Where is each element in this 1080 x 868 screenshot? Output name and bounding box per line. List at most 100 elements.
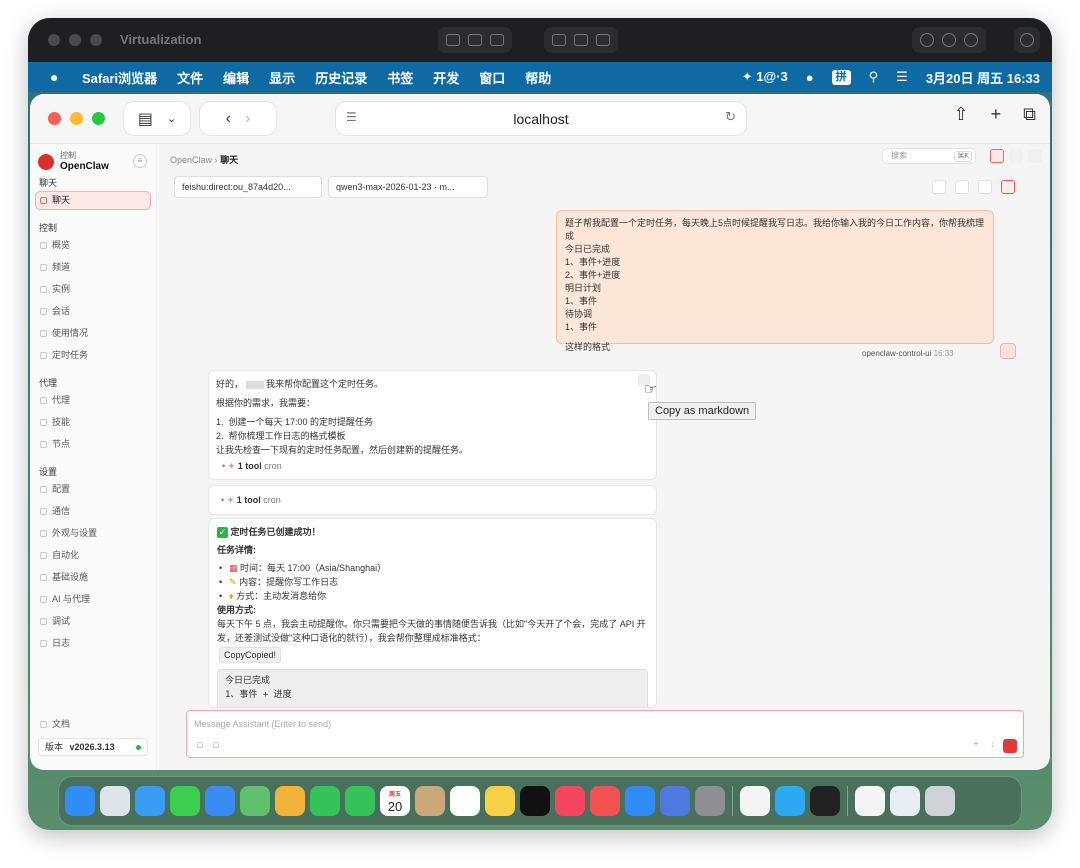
close-window-button[interactable] — [48, 112, 61, 125]
sidebar-item-communication[interactable]: 通信 — [36, 503, 150, 520]
dock-app-store-icon[interactable] — [625, 786, 655, 816]
sidebar-item-docs[interactable]: 文档 — [36, 716, 150, 733]
menu-edit[interactable]: 编辑 — [223, 68, 249, 87]
vm-layers-icon[interactable] — [490, 34, 504, 46]
vm-window-controls[interactable] — [48, 34, 102, 46]
model-select[interactable]: qwen3-max-2026-01-23 · m... — [328, 176, 488, 198]
back-button[interactable]: ‹ — [226, 110, 231, 128]
add-icon[interactable]: + — [973, 739, 979, 750]
user-icon[interactable]: ● — [806, 70, 814, 85]
dock-finder-icon[interactable] — [65, 786, 95, 816]
dock-feishu-icon[interactable] — [775, 786, 805, 816]
sidebar-item-skills[interactable]: 技能 — [36, 414, 150, 431]
sidebar-toggle-button[interactable]: ▤ ⌄ — [124, 102, 190, 135]
dock-calendar-icon[interactable]: 周五 20 — [380, 786, 410, 816]
brand[interactable]: 控制 OpenClaw — [38, 151, 109, 172]
focus-mode-icon[interactable] — [1001, 180, 1015, 194]
session-select[interactable]: feishu:direct:ou_87a4d20... — [174, 176, 322, 198]
dock-terminal-icon[interactable] — [810, 786, 840, 816]
menu-window[interactable]: 窗口 — [479, 68, 505, 87]
new-tab-icon[interactable]: + — [991, 104, 1002, 125]
vm-layout-icon[interactable] — [574, 34, 588, 46]
sidebar-item-infrastructure[interactable]: 基础设施 — [36, 569, 150, 586]
dock-notes-icon[interactable] — [485, 786, 515, 816]
collapse-sidebar-button[interactable]: ≡ — [133, 154, 147, 168]
dock-facetime-icon[interactable] — [310, 786, 340, 816]
dock-launchpad-icon[interactable] — [100, 786, 130, 816]
theme-sun-icon[interactable] — [1009, 149, 1023, 163]
address-bar[interactable]: ☰ localhost ↻ — [336, 102, 746, 135]
theme-moon-icon[interactable] — [1028, 149, 1042, 163]
vm-search-button[interactable] — [1014, 27, 1040, 53]
share-icon[interactable]: ⇧ — [954, 104, 969, 125]
sidebar-item-appearance[interactable]: 外观与设置 — [36, 525, 150, 542]
sidebar-item-instances[interactable]: 实例 — [36, 281, 150, 298]
dock-photos-icon[interactable] — [275, 786, 305, 816]
control-center-icon[interactable]: ☰ — [896, 69, 908, 85]
sidebar-item-nodes[interactable]: 节点 — [36, 436, 150, 453]
url-text[interactable]: localhost — [336, 111, 746, 127]
sidebar-item-overview[interactable]: 概览 — [36, 237, 150, 254]
dock-trash-icon[interactable] — [925, 786, 955, 816]
dock-textedit-icon[interactable] — [740, 786, 770, 816]
sidebar-item-config[interactable]: 配置 — [36, 481, 150, 498]
menu-help[interactable]: 帮助 — [525, 68, 551, 87]
menu-view[interactable]: 显示 — [269, 68, 295, 87]
stop-icon[interactable] — [978, 180, 992, 194]
search-input[interactable]: 搜索 ⌘K — [882, 148, 976, 164]
spotlight-icon[interactable]: ⚲ — [869, 69, 879, 85]
dock-document-icon[interactable] — [855, 786, 885, 816]
attach-icon[interactable] — [197, 742, 203, 748]
vm-zoom-out-icon[interactable] — [920, 33, 934, 47]
message-composer[interactable]: Message Assistant (Enter to send) + ↓ — [186, 710, 1024, 758]
sidebar-item-debug[interactable]: 调试 — [36, 613, 150, 630]
minimize-window-button[interactable] — [70, 112, 83, 125]
tool-call-summary[interactable]: • ✦ 1 tool cron — [216, 459, 649, 473]
dock-messages-icon[interactable] — [170, 786, 200, 816]
menu-app-name[interactable]: Safari浏览器 — [82, 68, 157, 87]
apple-icon[interactable]: ● — [50, 69, 64, 85]
dock-simulator-icon[interactable] — [660, 786, 690, 816]
vm-zoom-fit-icon[interactable] — [942, 33, 956, 47]
vm-toolbar-group-1[interactable] — [438, 27, 512, 53]
vm-picture-icon[interactable] — [468, 34, 482, 46]
reload-icon[interactable]: ↻ — [725, 109, 736, 125]
dock-maps-icon[interactable] — [240, 786, 270, 816]
menu-history[interactable]: 历史记录 — [315, 68, 367, 87]
vm-keyboard-icon[interactable] — [446, 34, 460, 46]
sidebar-item-logs[interactable]: 日志 — [36, 635, 150, 652]
download-icon[interactable]: ↓ — [990, 739, 995, 750]
send-button[interactable] — [1003, 739, 1017, 753]
tab-overview-icon[interactable]: ⧉ — [1023, 104, 1036, 125]
dock-rocket-icon[interactable] — [590, 786, 620, 816]
vm-grid-icon[interactable] — [552, 34, 566, 46]
dock-preview-icon[interactable] — [890, 786, 920, 816]
refresh-icon[interactable] — [932, 180, 946, 194]
tool-call-summary[interactable]: • ✦ 1 tool cron — [221, 495, 644, 506]
dock-phone-icon[interactable] — [345, 786, 375, 816]
vm-zoom-group[interactable] — [912, 27, 986, 53]
thinking-toggle-icon[interactable] — [955, 180, 969, 194]
copy-code-button[interactable]: CopyCopied! — [219, 647, 282, 663]
sidebar-item-chat[interactable]: 聊天 — [36, 192, 150, 209]
dock-mail-icon[interactable] — [205, 786, 235, 816]
dock-safari-icon[interactable] — [135, 786, 165, 816]
breadcrumb-root[interactable]: OpenClaw — [170, 155, 212, 165]
theme-heart-icon[interactable] — [990, 149, 1004, 163]
menu-bookmarks[interactable]: 书签 — [387, 68, 413, 87]
dock-settings-icon[interactable] — [695, 786, 725, 816]
sidebar-item-usage[interactable]: 使用情况 — [36, 325, 150, 342]
dock-music-icon[interactable] — [555, 786, 585, 816]
sidebar-item-agents[interactable]: 代理 — [36, 392, 150, 409]
sidebar-item-automation[interactable]: 自动化 — [36, 547, 150, 564]
vm-display-icon[interactable] — [596, 34, 610, 46]
sidebar-item-cron[interactable]: 定时任务 — [36, 347, 150, 364]
forward-button[interactable]: › — [245, 110, 250, 128]
vm-search-icon[interactable] — [1020, 33, 1034, 47]
dock-tv-icon[interactable] — [520, 786, 550, 816]
dock-reminders-icon[interactable] — [450, 786, 480, 816]
vm-zoom-in-icon[interactable] — [964, 33, 978, 47]
zoom-window-button[interactable] — [92, 112, 105, 125]
sidebar-item-ai-agents[interactable]: AI 与代理 — [36, 591, 150, 608]
menu-develop[interactable]: 开发 — [433, 68, 459, 87]
